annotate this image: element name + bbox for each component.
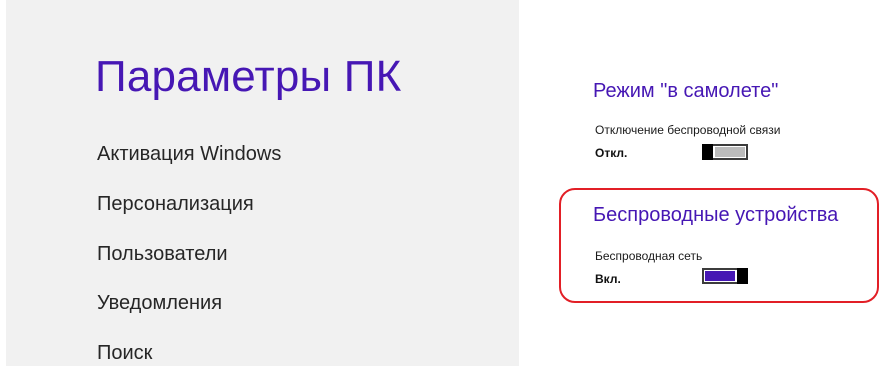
toggle-thumb[interactable] <box>702 144 713 160</box>
airplane-mode-toggle[interactable] <box>702 144 748 160</box>
disable-wireless-label: Отключение беспроводной связи <box>595 123 781 137</box>
nav-item-windows-activation[interactable]: Активация Windows <box>97 143 281 166</box>
settings-pane: Режим "в самолете" Отключение беспроводн… <box>519 0 884 366</box>
nav-item-notifications[interactable]: Уведомления <box>97 292 222 315</box>
airplane-mode-state: Откл. <box>595 146 628 160</box>
nav-item-search[interactable]: Поиск <box>97 342 152 365</box>
page-title: Параметры ПК <box>95 52 402 101</box>
toggle-track <box>715 147 745 157</box>
pc-settings-window: Параметры ПК Активация Windows Персонали… <box>0 0 884 366</box>
navigation-pane: Параметры ПК Активация Windows Персонали… <box>6 0 519 366</box>
airplane-mode-heading: Режим "в самолете" <box>593 80 779 102</box>
nav-item-users[interactable]: Пользователи <box>97 243 228 266</box>
wireless-devices-highlight <box>559 188 879 303</box>
nav-item-personalization[interactable]: Персонализация <box>97 193 254 216</box>
